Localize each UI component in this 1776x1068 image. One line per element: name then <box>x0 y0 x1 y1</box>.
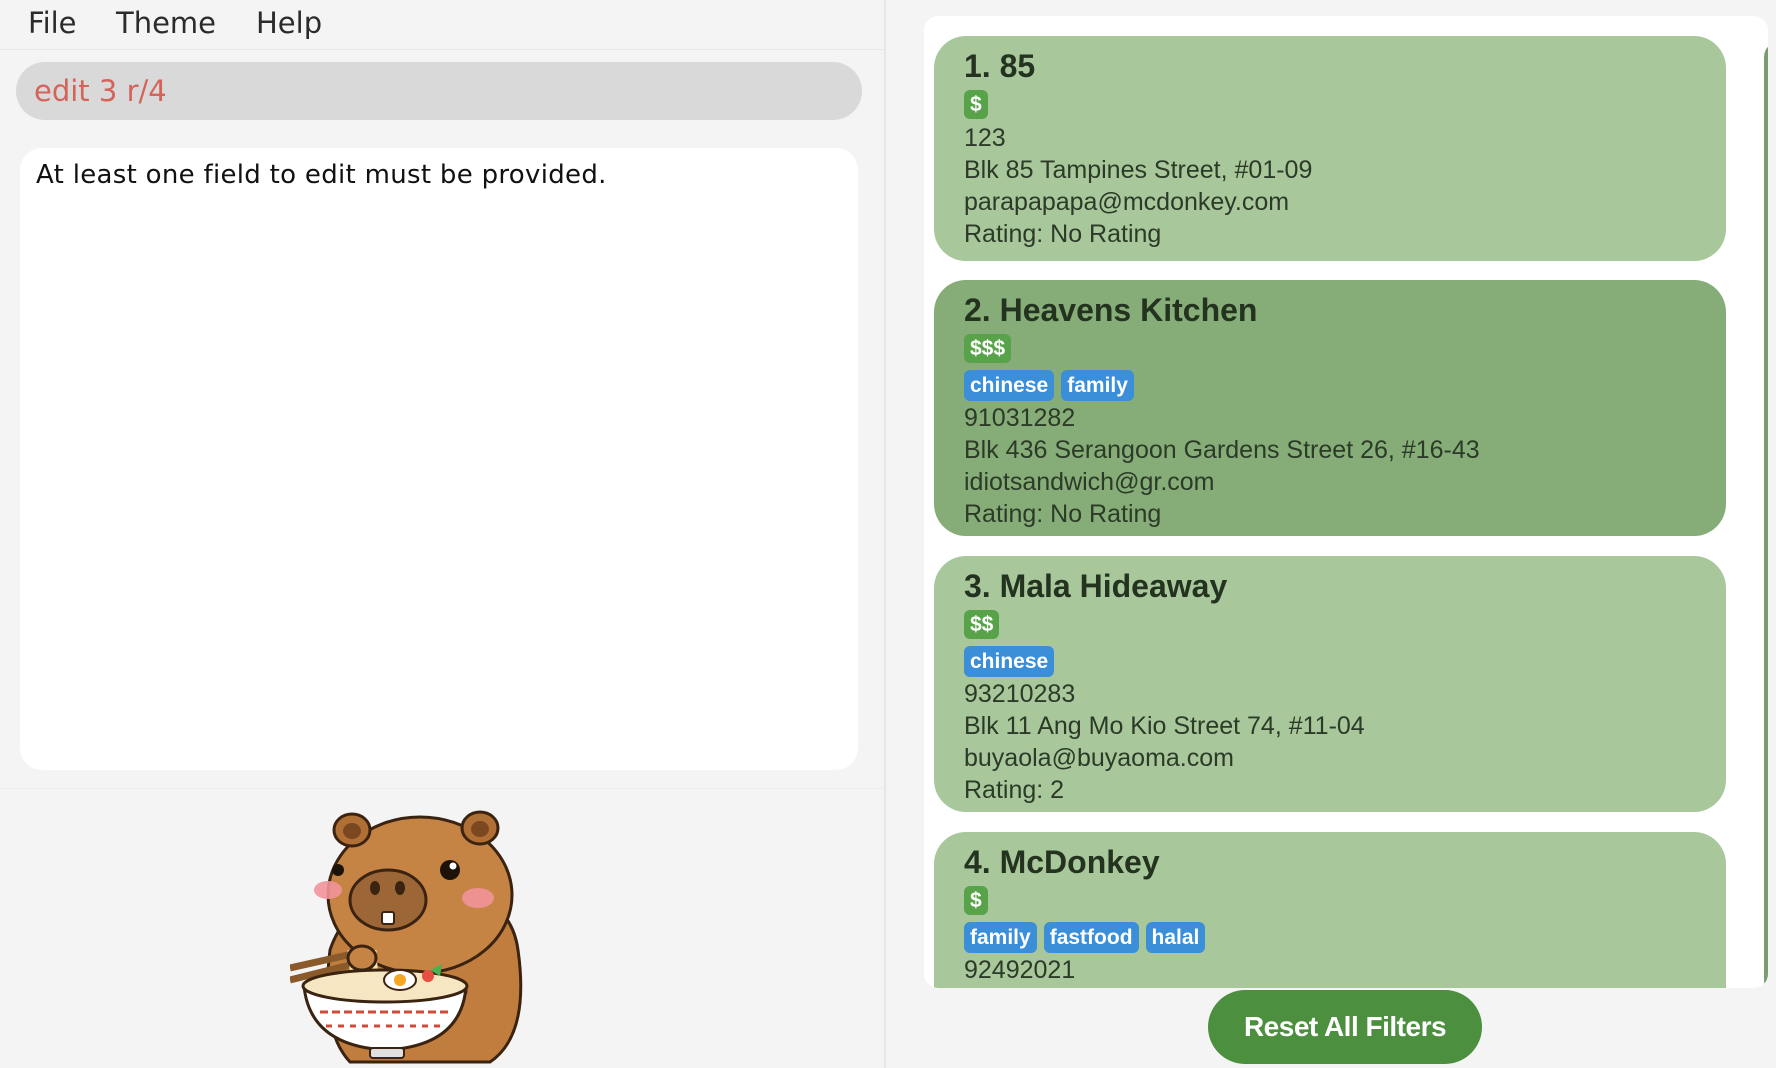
restaurant-phone: 93210283 <box>964 680 1076 708</box>
menu-file[interactable]: File <box>28 6 77 40</box>
restaurant-phone: 123 <box>964 124 1006 152</box>
restaurant-rating: Rating: No Rating <box>964 220 1162 248</box>
restaurant-name: 1. 85 <box>964 48 1036 84</box>
price-badge: $$$ <box>964 334 1012 363</box>
capybara-mascot-image <box>290 810 523 1064</box>
restaurant-card[interactable]: 4. McDonkey $ family fastfood halal 924920… <box>934 832 1726 988</box>
restaurant-email: parapapapa@mcdonkey.com <box>964 188 1290 216</box>
reset-all-filters-button[interactable]: Reset All Filters <box>1208 990 1482 1064</box>
restaurant-rating: Rating: 2 <box>964 776 1065 804</box>
tag-badge: family <box>964 922 1037 953</box>
price-badge: $ <box>964 90 988 119</box>
restaurant-email: idiotsandwich@gr.com <box>964 468 1215 496</box>
divider <box>0 788 884 789</box>
restaurant-name: 3. Mala Hideaway <box>964 568 1228 604</box>
list-scrollbar[interactable] <box>1764 42 1768 988</box>
tag-badge: chinese <box>964 370 1055 401</box>
restaurant-rating: Rating: No Rating <box>964 500 1162 528</box>
tag-badge: family <box>1061 370 1134 401</box>
menu-theme[interactable]: Theme <box>116 6 216 40</box>
command-box[interactable]: edit 3 r/4 <box>16 62 862 120</box>
restaurant-phone: 91031282 <box>964 404 1076 432</box>
restaurant-list-viewport: 1. 85 $ 123 Blk 85 Tampines Street, #01-… <box>934 36 1726 988</box>
restaurant-address: Blk 11 Ang Mo Kio Street 74, #11-04 <box>964 712 1365 740</box>
menu-help[interactable]: Help <box>256 6 322 40</box>
restaurant-address: Blk 436 Serangoon Gardens Street 26, #16… <box>964 436 1480 464</box>
tag-badge: fastfood <box>1043 922 1139 953</box>
result-message: At least one field to edit must be provi… <box>36 160 607 190</box>
restaurant-name: 2. Heavens Kitchen <box>964 292 1258 328</box>
menu-bar: File Theme Help <box>0 0 884 50</box>
tag-badge: halal <box>1145 922 1206 953</box>
result-display: At least one field to edit must be provi… <box>20 148 858 770</box>
restaurant-card[interactable]: 1. 85 $ 123 Blk 85 Tampines Street, #01-… <box>934 36 1726 261</box>
restaurant-card[interactable]: 3. Mala Hideaway $$ chinese 93210283 Blk… <box>934 556 1726 812</box>
tag-badge: chinese <box>964 646 1055 677</box>
price-badge: $ <box>964 886 988 915</box>
restaurant-phone: 92492021 <box>964 956 1076 984</box>
right-pane: 1. 85 $ 123 Blk 85 Tampines Street, #01-… <box>886 0 1776 1068</box>
restaurant-email: buyaola@buyaoma.com <box>964 744 1234 772</box>
restaurant-card-selected[interactable]: 2. Heavens Kitchen $$$ chinese family 910… <box>934 280 1726 536</box>
restaurant-name: 4. McDonkey <box>964 844 1160 880</box>
price-badge: $$ <box>964 610 1000 639</box>
restaurant-list[interactable]: 1. 85 $ 123 Blk 85 Tampines Street, #01-… <box>924 16 1768 988</box>
restaurant-address: Blk 85 Tampines Street, #01-09 <box>964 156 1313 184</box>
left-pane: File Theme Help edit 3 r/4 At least one … <box>0 0 884 1068</box>
command-input[interactable]: edit 3 r/4 <box>34 74 844 108</box>
